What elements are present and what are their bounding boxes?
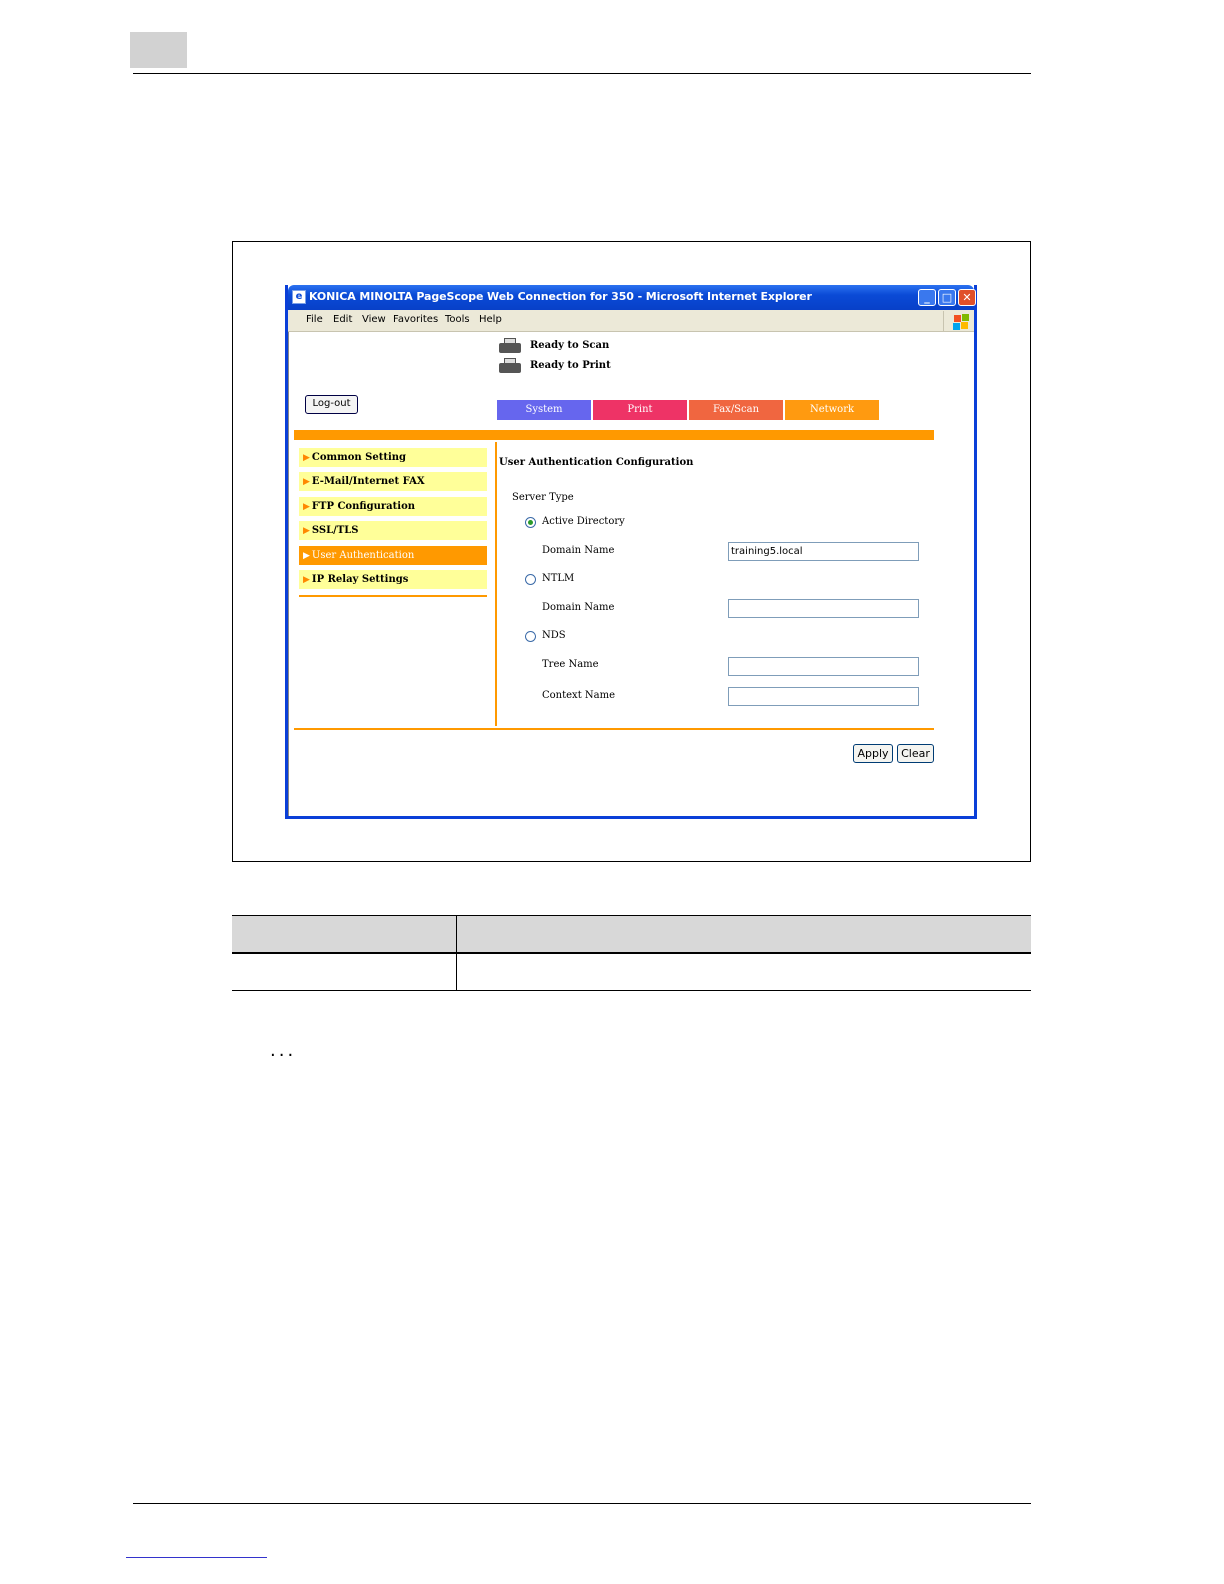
page-content: Ready to Scan Ready to Print Log-out Sys… — [288, 332, 974, 816]
sidebar-item-label: FTP Configuration — [311, 501, 416, 512]
description-table — [232, 915, 1031, 991]
arrow-right-icon: ▶ — [303, 551, 310, 561]
tab-fax-scan[interactable]: Fax/Scan — [689, 400, 783, 420]
maximize-button[interactable]: □ — [938, 289, 956, 306]
ad-domain-name-label: Domain Name — [542, 545, 615, 556]
menu-bar: File Edit View Favorites Tools Help — [288, 310, 974, 332]
header-rule — [133, 73, 1031, 74]
print-status: Ready to Print — [530, 360, 611, 371]
radio-nds[interactable] — [525, 631, 536, 642]
chapter-tab-box — [130, 32, 187, 68]
radio-ntlm[interactable] — [525, 574, 536, 585]
sidebar-item-email-fax[interactable]: ▶ E-Mail/Internet FAX — [299, 472, 487, 491]
clear-button[interactable]: Clear — [897, 744, 934, 763]
menu-tools[interactable]: Tools — [445, 314, 470, 325]
browser-titlebar[interactable]: e KONICA MINOLTA PageScope Web Connectio… — [288, 285, 976, 310]
tab-print[interactable]: Print — [593, 400, 687, 420]
tab-system[interactable]: System — [497, 400, 591, 420]
sidebar-item-ftp-configuration[interactable]: ▶ FTP Configuration — [299, 497, 487, 516]
arrow-right-icon: ▶ — [303, 453, 310, 463]
scan-status: Ready to Scan — [530, 340, 610, 351]
logout-button[interactable]: Log-out — [305, 395, 358, 414]
table-column-rule — [456, 915, 457, 991]
minimize-button[interactable]: _ — [918, 289, 936, 306]
radio-active-directory[interactable] — [525, 517, 536, 528]
ntlm-domain-name-label: Domain Name — [542, 602, 615, 613]
nds-tree-name-label: Tree Name — [542, 659, 599, 670]
menu-file[interactable]: File — [306, 314, 323, 325]
form-title: User Authentication Configuration — [499, 457, 694, 468]
ntlm-domain-name-input[interactable] — [728, 599, 919, 618]
sidebar-item-label: IP Relay Settings — [311, 574, 409, 585]
sidebar-item-label: E-Mail/Internet FAX — [311, 476, 425, 487]
scanner-icon — [497, 337, 523, 355]
ntlm-label: NTLM — [542, 573, 575, 584]
browser-window: e KONICA MINOLTA PageScope Web Connectio… — [285, 285, 977, 819]
sidebar-item-label: User Authentication — [311, 550, 415, 561]
ad-domain-name-input[interactable]: training5.local — [728, 542, 919, 561]
window-title: KONICA MINOLTA PageScope Web Connection … — [309, 290, 812, 303]
footer-rule — [133, 1503, 1031, 1504]
sidebar-item-common-setting[interactable]: ▶ Common Setting — [299, 448, 487, 467]
table-header-row — [232, 915, 1031, 952]
menu-view[interactable]: View — [362, 314, 386, 325]
ellipsis: ... — [270, 1040, 297, 1061]
arrow-right-icon: ▶ — [303, 502, 310, 512]
menu-favorites[interactable]: Favorites — [393, 314, 438, 325]
windows-logo-icon — [943, 311, 973, 331]
sidebar-item-label: Common Setting — [311, 452, 407, 463]
arrow-right-icon: ▶ — [303, 477, 310, 487]
table-header-rule — [232, 952, 1031, 954]
ie-icon: e — [292, 290, 306, 304]
nds-tree-name-input[interactable] — [728, 657, 919, 676]
menu-help[interactable]: Help — [479, 314, 502, 325]
vertical-divider — [495, 442, 497, 726]
nds-label: NDS — [542, 630, 566, 641]
printer-icon — [497, 357, 523, 375]
nds-context-name-input[interactable] — [728, 687, 919, 706]
arrow-right-icon: ▶ — [303, 526, 310, 536]
server-type-label: Server Type — [512, 492, 574, 503]
tab-network[interactable]: Network — [785, 400, 879, 420]
arrow-right-icon: ▶ — [303, 575, 310, 585]
sidebar-item-user-authentication[interactable]: ▶ User Authentication — [299, 546, 487, 565]
footer-divider-bar — [294, 728, 934, 730]
footer-link-underline[interactable] — [126, 1557, 267, 1558]
active-directory-label: Active Directory — [542, 516, 625, 527]
sidebar-item-ip-relay-settings[interactable]: ▶ IP Relay Settings — [299, 570, 487, 589]
nds-context-name-label: Context Name — [542, 690, 615, 701]
sidebar-item-ssl-tls[interactable]: ▶ SSL/TLS — [299, 521, 487, 540]
menu-edit[interactable]: Edit — [333, 314, 352, 325]
header-divider-bar — [294, 430, 934, 440]
table-row-rule — [232, 990, 1031, 991]
sidebar-item-label: SSL/TLS — [311, 525, 359, 536]
close-button[interactable]: ✕ — [958, 289, 976, 306]
apply-button[interactable]: Apply — [853, 744, 893, 763]
sidebar-bottom-rule — [299, 595, 487, 597]
